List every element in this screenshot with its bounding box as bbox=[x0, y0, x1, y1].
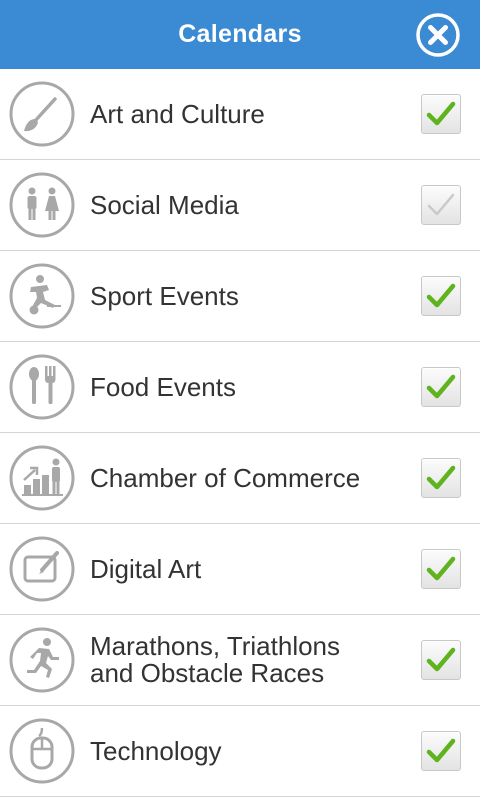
calendar-row-food-events[interactable]: Food Events bbox=[0, 342, 480, 433]
people-icon bbox=[9, 172, 75, 238]
calendar-label: Technology bbox=[90, 735, 222, 766]
calendar-label: Social Media bbox=[90, 189, 239, 220]
calendar-row-sport-events[interactable]: Sport Events bbox=[0, 251, 480, 342]
checkmark-icon bbox=[426, 556, 456, 581]
checkmark-icon bbox=[426, 374, 456, 399]
close-icon bbox=[416, 13, 460, 57]
calendar-list: Art and Culture Social Media Sport Event… bbox=[0, 69, 480, 797]
checkmark-icon bbox=[426, 647, 456, 672]
drawing-tablet-icon bbox=[9, 536, 75, 602]
calendar-checkbox[interactable] bbox=[421, 94, 461, 134]
computer-mouse-icon bbox=[9, 718, 75, 784]
calendar-label: Chamber of Commerce bbox=[90, 462, 361, 493]
checkmark-icon bbox=[426, 283, 456, 308]
calendar-label: Sport Events bbox=[90, 280, 239, 311]
calendar-label: Art and Culture bbox=[90, 98, 265, 129]
calendar-label: Marathons, Triathlons and Obstacle Races bbox=[90, 631, 341, 688]
spoon-fork-icon bbox=[9, 354, 75, 420]
calendar-row-social-media[interactable]: Social Media bbox=[0, 160, 480, 251]
business-growth-icon bbox=[9, 445, 75, 511]
runner-icon bbox=[9, 627, 75, 693]
soccer-player-icon bbox=[9, 263, 75, 329]
calendar-checkbox[interactable] bbox=[421, 276, 461, 316]
checkmark-icon bbox=[426, 101, 456, 126]
calendar-checkbox[interactable] bbox=[421, 731, 461, 771]
calendar-label: Food Events bbox=[90, 371, 236, 402]
header-bar: Calendars bbox=[0, 0, 480, 69]
calendar-row-technology[interactable]: Technology bbox=[0, 706, 480, 797]
close-button[interactable] bbox=[415, 12, 461, 58]
calendar-checkbox[interactable] bbox=[421, 458, 461, 498]
paintbrush-icon bbox=[9, 81, 75, 147]
calendar-checkbox[interactable] bbox=[421, 549, 461, 589]
calendar-checkbox[interactable] bbox=[421, 185, 461, 225]
page-title: Calendars bbox=[178, 20, 302, 48]
calendar-row-marathons[interactable]: Marathons, Triathlons and Obstacle Races bbox=[0, 615, 480, 706]
calendar-row-art-and-culture[interactable]: Art and Culture bbox=[0, 69, 480, 160]
checkmark-icon bbox=[426, 738, 456, 763]
calendar-row-chamber-of-commerce[interactable]: Chamber of Commerce bbox=[0, 433, 480, 524]
calendar-label: Digital Art bbox=[90, 553, 202, 584]
calendar-checkbox[interactable] bbox=[421, 640, 461, 680]
checkmark-icon bbox=[427, 193, 455, 216]
calendar-row-digital-art[interactable]: Digital Art bbox=[0, 524, 480, 615]
calendar-checkbox[interactable] bbox=[421, 367, 461, 407]
checkmark-icon bbox=[426, 465, 456, 490]
